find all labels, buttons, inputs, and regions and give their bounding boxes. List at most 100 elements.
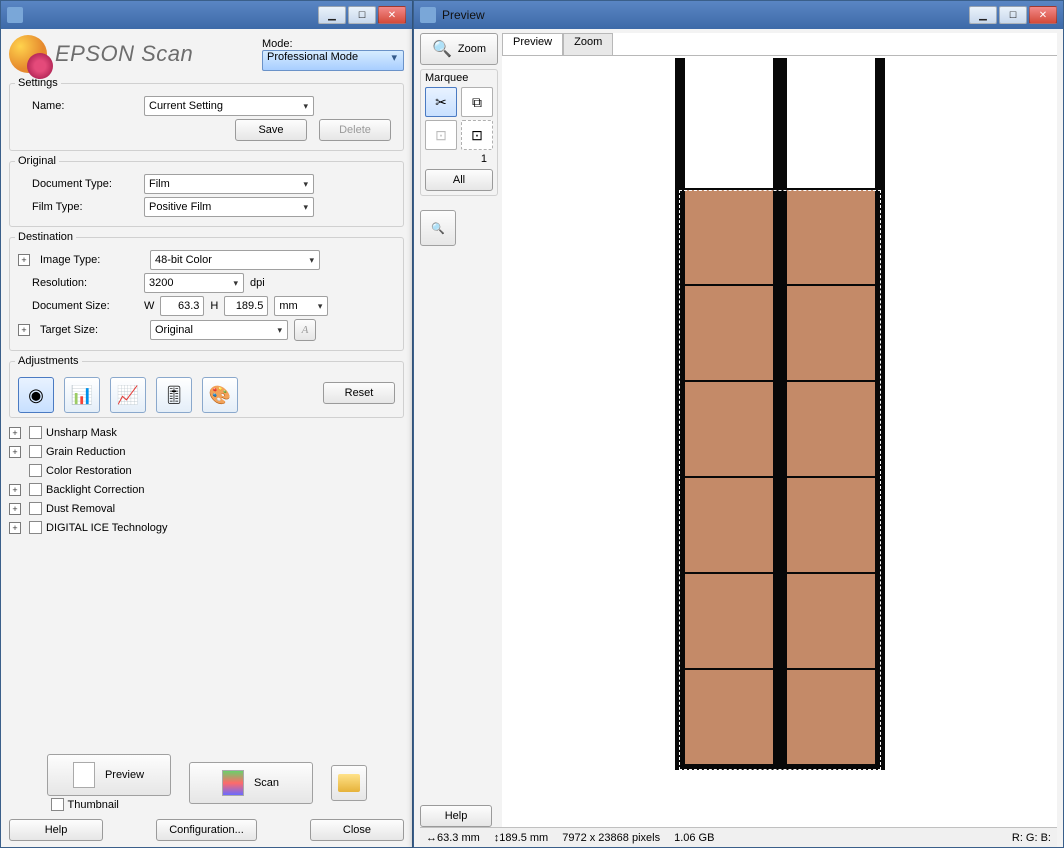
close-main-button[interactable]: Close — [310, 819, 404, 841]
brand-text: EPSON Scan — [55, 41, 193, 67]
original-legend: Original — [15, 155, 59, 167]
grain-checkbox[interactable] — [29, 445, 42, 458]
densitometer-button[interactable]: 🔍 — [420, 210, 456, 246]
target-size-select[interactable]: Original — [150, 320, 288, 340]
height-input[interactable]: 189.5 — [224, 296, 268, 316]
film-strip — [675, 58, 885, 770]
status-pixels: 7972 x 23868 pixels — [562, 832, 660, 844]
status-width: ↔63.3 mm — [426, 832, 480, 844]
image-type-label: Image Type: — [40, 254, 144, 266]
preview-window-title: Preview — [442, 8, 485, 22]
scan-button[interactable]: Scan — [189, 762, 313, 804]
status-rgb: R: G: B: — [1012, 832, 1051, 844]
epson-logo-icon — [9, 35, 47, 73]
help-button[interactable]: Help — [9, 819, 103, 841]
reset-button[interactable]: Reset — [323, 382, 395, 404]
target-size-expander[interactable]: + — [18, 324, 30, 336]
dust-label: Dust Removal — [46, 503, 115, 515]
ice-checkbox[interactable] — [29, 521, 42, 534]
unsharp-label: Unsharp Mask — [46, 427, 117, 439]
resolution-select[interactable]: 3200 — [144, 273, 244, 293]
close-button[interactable] — [378, 6, 406, 24]
ice-label: DIGITAL ICE Technology — [46, 522, 167, 534]
color-palette-icon[interactable]: 🎨 — [202, 377, 238, 413]
histogram-icon[interactable]: 📊 — [64, 377, 100, 413]
thumbnail-label: Thumbnail — [68, 799, 119, 811]
preview-window: Preview 🔍Zoom Marquee ✂ ⧉ ⊡ ⊡ — [413, 0, 1064, 848]
target-size-label: Target Size: — [40, 324, 144, 336]
densitometer-icon: 🔍 — [431, 222, 445, 235]
status-height: ↕189.5 mm — [494, 832, 548, 844]
marquee-copy-button[interactable]: ⧉ — [461, 87, 493, 117]
maximize-button[interactable] — [348, 6, 376, 24]
titlebar[interactable] — [1, 1, 412, 29]
tab-zoom[interactable]: Zoom — [563, 33, 613, 55]
preview-app-icon — [420, 7, 436, 23]
name-label: Name: — [18, 100, 138, 112]
preview-icon — [73, 762, 95, 788]
save-button[interactable]: Save — [235, 119, 307, 141]
orientation-button: A — [294, 319, 316, 341]
status-size: 1.06 GB — [674, 832, 714, 844]
width-label: W — [144, 300, 154, 312]
preview-help-button[interactable]: Help — [420, 805, 492, 827]
tone-curve-icon[interactable]: 📈 — [110, 377, 146, 413]
preview-close-button[interactable] — [1029, 6, 1057, 24]
height-label: H — [210, 300, 218, 312]
preview-maximize-button[interactable] — [999, 6, 1027, 24]
app-icon — [7, 7, 23, 23]
backlight-label: Backlight Correction — [46, 484, 144, 496]
grain-label: Grain Reduction — [46, 446, 126, 458]
preview-minimize-button[interactable] — [969, 6, 997, 24]
resolution-label: Resolution: — [18, 277, 138, 289]
doc-type-label: Document Type: — [18, 178, 138, 190]
dust-expander[interactable]: + — [9, 503, 21, 515]
thumbnail-checkbox[interactable] — [51, 798, 64, 811]
preview-button[interactable]: Preview — [47, 754, 171, 796]
backlight-expander[interactable]: + — [9, 484, 21, 496]
tab-preview[interactable]: Preview — [502, 33, 563, 55]
film-type-select[interactable]: Positive Film — [144, 197, 314, 217]
dpi-label: dpi — [250, 277, 265, 289]
configuration-button[interactable]: Configuration... — [156, 819, 257, 841]
colorrest-checkbox[interactable] — [29, 464, 42, 477]
backlight-checkbox[interactable] — [29, 483, 42, 496]
file-save-settings-button[interactable] — [331, 765, 367, 801]
epson-scan-window: EPSON Scan Mode: Professional Mode Setti… — [0, 0, 413, 848]
unsharp-checkbox[interactable] — [29, 426, 42, 439]
ice-expander[interactable]: + — [9, 522, 21, 534]
minimize-button[interactable] — [318, 6, 346, 24]
delete-button: Delete — [319, 119, 391, 141]
preview-canvas[interactable] — [502, 55, 1057, 827]
colorrest-label: Color Restoration — [46, 465, 132, 477]
marquee-selection[interactable] — [679, 190, 881, 770]
status-bar: ↔63.3 mm ↕189.5 mm 7972 x 23868 pixels 1… — [420, 827, 1057, 847]
marquee-new-button[interactable]: ⊡ — [461, 120, 493, 150]
mode-select[interactable]: Professional Mode — [262, 50, 404, 71]
adjustments-legend: Adjustments — [15, 355, 82, 367]
film-type-label: Film Type: — [18, 201, 138, 213]
image-type-expander[interactable]: + — [18, 254, 30, 266]
name-select[interactable]: Current Setting — [144, 96, 314, 116]
zoom-button[interactable]: 🔍Zoom — [420, 33, 498, 65]
marquee-label: Marquee — [425, 72, 493, 84]
marquee-locate-button[interactable]: ⊡ — [425, 120, 457, 150]
image-type-select[interactable]: 48-bit Color — [150, 250, 320, 270]
marquee-count: 1 — [425, 153, 493, 165]
dust-checkbox[interactable] — [29, 502, 42, 515]
select-all-button[interactable]: All — [425, 169, 493, 191]
preview-titlebar[interactable]: Preview — [414, 1, 1063, 29]
magnifier-icon: 🔍 — [432, 39, 452, 59]
marquee-delete-button[interactable]: ✂ — [425, 87, 457, 117]
image-adjust-icon[interactable]: 🎚 — [156, 377, 192, 413]
doc-type-select[interactable]: Film — [144, 174, 314, 194]
grain-expander[interactable]: + — [9, 446, 21, 458]
destination-legend: Destination — [15, 231, 76, 243]
width-input[interactable]: 63.3 — [160, 296, 204, 316]
folder-icon — [338, 774, 360, 792]
scan-icon — [222, 770, 244, 796]
unit-select[interactable]: mm — [274, 296, 328, 316]
auto-exposure-icon[interactable]: ◉ — [18, 377, 54, 413]
unsharp-expander[interactable]: + — [9, 427, 21, 439]
doc-size-label: Document Size: — [18, 300, 138, 312]
